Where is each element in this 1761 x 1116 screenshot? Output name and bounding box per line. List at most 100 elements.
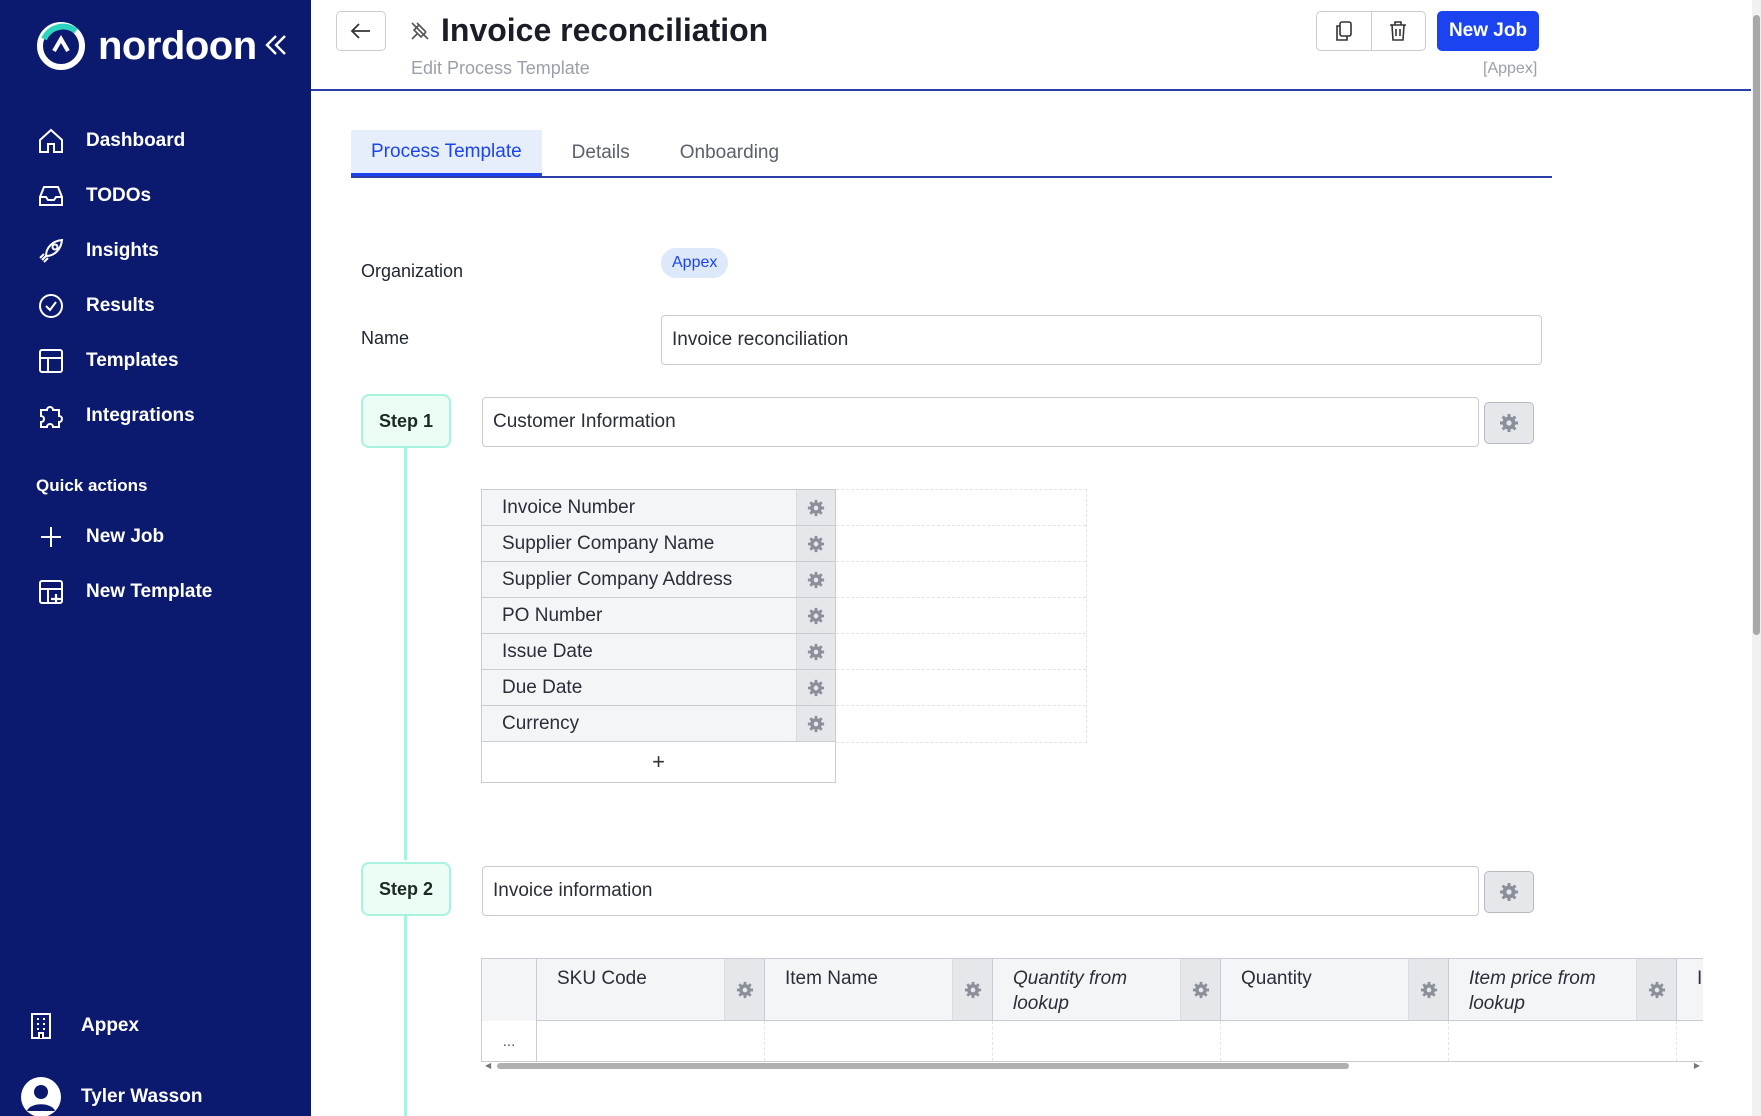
field-row[interactable]: Invoice Number [482,490,835,526]
table-cell[interactable] [765,1021,993,1061]
gear-icon [1500,414,1518,432]
delete-button[interactable] [1370,12,1426,50]
scroll-right-icon[interactable]: ▶ [1694,1061,1700,1070]
field-row[interactable]: Currency [482,706,835,742]
gear-icon [807,607,825,624]
field-name: Supplier Company Name [502,532,715,554]
quick-action-new-job[interactable]: New Job [36,509,286,564]
column-name: Quantity from lookup [1013,968,1128,1014]
table-cell[interactable] [537,1021,765,1061]
column-settings-button[interactable] [1636,959,1676,1020]
tab-process-template[interactable]: Process Template [351,130,542,176]
name-input[interactable]: Invoice reconciliation [661,315,1542,365]
user-menu[interactable]: Tyler Wasson [20,1076,202,1116]
main-nav: Dashboard TODOs Insights Results Templat… [36,113,286,443]
table-corner [482,959,537,1021]
field-row[interactable]: Issue Date [482,634,835,670]
field-name: PO Number [502,604,603,626]
step-connector [404,916,407,1116]
page-vertical-scrollbar[interactable] [1752,0,1761,1116]
table-horizontal-scrollbar[interactable]: ◀ ▶ [485,1061,1700,1071]
column-settings-button[interactable] [1180,959,1220,1020]
field-row[interactable]: Supplier Company Address [482,562,835,598]
inbox-icon [39,185,63,206]
nav-item-dashboard[interactable]: Dashboard [36,113,286,168]
rocket-icon [39,238,64,263]
gear-icon [807,715,825,732]
field-settings-button[interactable] [796,562,835,597]
add-field-button[interactable]: + [482,742,835,782]
column-settings-button[interactable] [724,959,764,1020]
building-icon [31,1013,51,1039]
step-connector [404,448,407,860]
table-column-header[interactable]: Quantity from lookup [993,959,1221,1021]
collapse-sidebar-icon[interactable] [264,30,288,60]
quick-action-new-template[interactable]: New Template [36,564,286,619]
column-name: Quantity [1241,968,1312,989]
nav-label: TODOs [86,184,152,206]
step-2-table: SKU Code Item Name Quantity from lookup … [481,958,1703,1062]
tab-details[interactable]: Details [542,130,660,176]
organization-tag: [Appex] [1483,60,1538,77]
table-cell[interactable] [1449,1021,1677,1061]
column-name: Item price from lookup [1469,968,1596,1014]
field-settings-button[interactable] [796,526,835,561]
nav-item-insights[interactable]: Insights [36,223,286,278]
tab-onboarding[interactable]: Onboarding [660,130,799,176]
step-2-name-input[interactable]: Invoice information [482,866,1479,916]
field-name: Invoice Number [502,496,636,518]
scroll-left-icon[interactable]: ◀ [485,1061,491,1070]
table-cell[interactable] [993,1021,1221,1061]
field-name: Supplier Company Address [502,568,733,590]
table-column-header[interactable]: Quantity [1221,959,1449,1021]
step-1-badge: Step 1 [361,394,451,448]
field-row[interactable]: Supplier Company Name [482,526,835,562]
table-plus-icon [39,579,63,604]
check-circle-icon [39,293,63,318]
field-row[interactable]: Due Date [482,670,835,706]
avatar [21,1077,61,1116]
nav-item-results[interactable]: Results [36,278,286,333]
step-1-settings-button[interactable] [1484,402,1534,444]
step-1-name-input[interactable]: Customer Information [482,397,1479,447]
field-settings-button[interactable] [796,670,835,705]
field-row[interactable]: PO Number [482,598,835,634]
table-column-header[interactable]: Item Name [765,959,993,1021]
table-cell[interactable] [1677,1021,1703,1061]
column-settings-button[interactable] [952,959,992,1020]
gear-icon [807,499,825,516]
page-subtitle: Edit Process Template [411,58,590,78]
field-settings-button[interactable] [796,706,835,741]
field-settings-button[interactable] [796,490,835,525]
step-2-badge: Step 2 [361,862,451,916]
name-label: Name [361,328,410,348]
field-settings-button[interactable] [796,634,835,669]
arrow-left-icon [350,23,370,39]
table-column-header[interactable]: SKU Code [537,959,765,1021]
user-name: Tyler Wasson [81,1086,203,1107]
duplicate-button[interactable] [1317,12,1371,50]
table-cell[interactable] [1221,1021,1449,1061]
scrollbar-thumb[interactable] [1753,15,1760,635]
organization-chip: Appex [661,248,729,278]
home-icon [39,128,63,153]
gear-icon [807,535,825,552]
table-column-header[interactable]: I [1677,959,1703,1021]
brand-logo[interactable]: nordoon [36,20,257,72]
field-settings-button[interactable] [796,598,835,633]
column-settings-button[interactable] [1408,959,1448,1020]
new-job-button[interactable]: New Job [1437,11,1539,51]
nav-item-templates[interactable]: Templates [36,333,286,388]
unpin-icon[interactable] [409,20,431,42]
step-2-settings-button[interactable] [1484,871,1534,913]
nav-item-todos[interactable]: TODOs [36,168,286,223]
template-tabs: Process Template Details Onboarding [351,130,1552,178]
nordoon-logo-icon [37,22,85,70]
organization-switcher[interactable]: Appex [28,1012,139,1040]
nav-item-integrations[interactable]: Integrations [36,388,286,443]
quick-actions-title: Quick actions [36,476,148,495]
scrollbar-thumb[interactable] [497,1063,1349,1069]
back-button[interactable] [336,11,386,51]
table-column-header[interactable]: Item price from lookup [1449,959,1677,1021]
nav-label: Integrations [86,404,195,426]
